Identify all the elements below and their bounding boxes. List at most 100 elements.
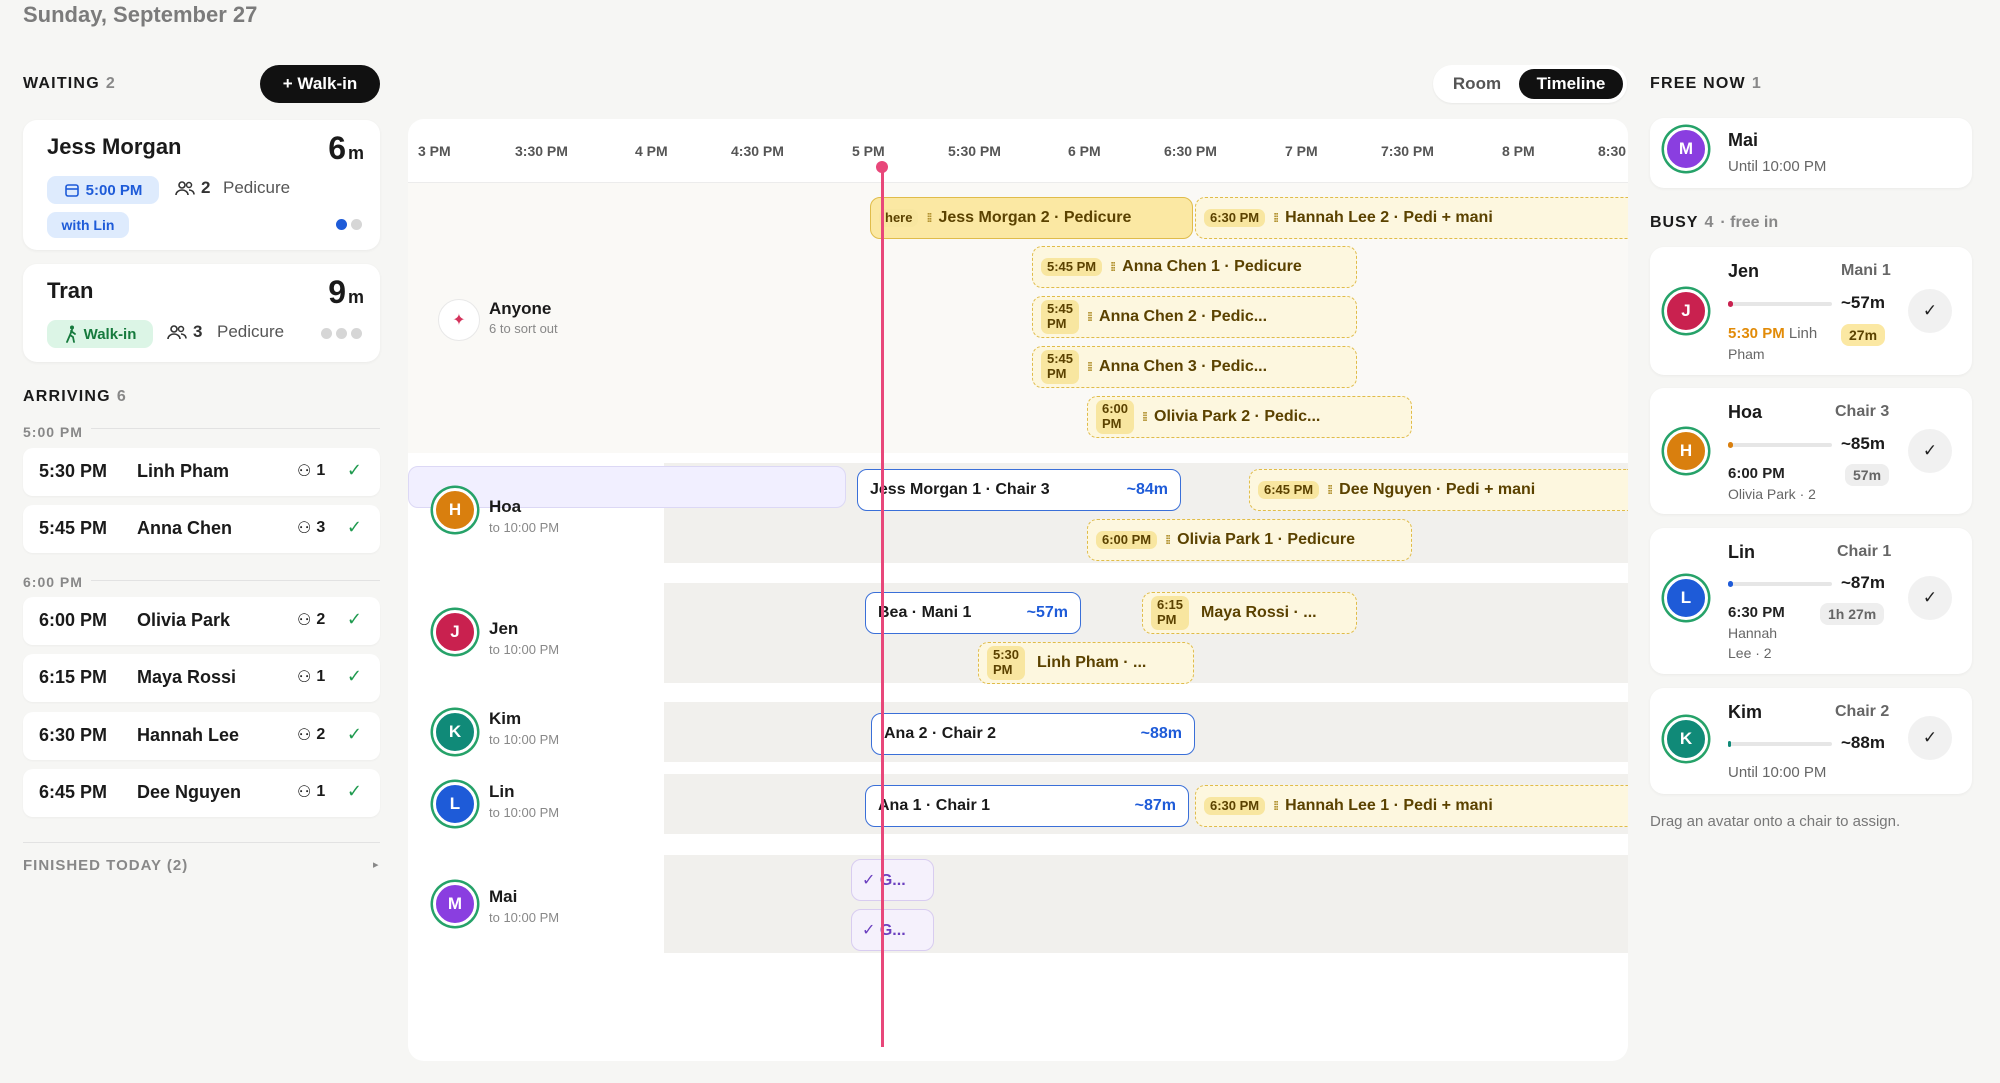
arrival-row[interactable]: 6:30 PM Hannah Lee ⚇ 2 ✓	[23, 712, 380, 760]
avatar-jen[interactable]: J	[1664, 289, 1708, 333]
progress-bar	[1728, 741, 1832, 747]
arrival-row[interactable]: 6:15 PM Maya Rossi ⚇ 1 ✓	[23, 654, 380, 702]
staff-card-kim[interactable]: K Kim Chair 2 ~88m ✓ Until 10:00 PM	[1650, 688, 1972, 794]
booking-block-pending[interactable]: 6:00 PM ⁞⁞ Olivia Park 1 · Pedicure	[1087, 519, 1412, 561]
booking-block-pending[interactable]: 6:30 PM ⁞⁞ Hannah Lee 2 · Pedi + mani	[1195, 197, 1628, 239]
drag-handle-icon[interactable]: ⁞⁞	[1087, 360, 1093, 374]
block-time-period: PM	[1157, 612, 1177, 627]
progress-dots	[336, 219, 362, 230]
progress-fill	[1728, 741, 1731, 747]
drag-handle-icon[interactable]: ⁞⁞	[1273, 799, 1279, 813]
active-service-block[interactable]: Ana 1 · Chair 1 ~87m	[865, 785, 1189, 827]
completed-block[interactable]: ✓ G...	[851, 909, 934, 951]
arrival-party: ⚇ 2	[297, 725, 325, 745]
view-room-button[interactable]: Room	[1437, 69, 1517, 99]
finished-today-toggle[interactable]: FINISHED TODAY (2)	[23, 857, 188, 874]
time-tick: 6:30 PM	[1164, 143, 1217, 159]
block-time: here	[879, 208, 919, 228]
drag-handle-icon[interactable]: ⁞⁞	[926, 211, 932, 225]
block-time-hour: 5:30	[993, 647, 1020, 663]
people-icon: ⚇	[297, 784, 312, 801]
walk-in-button[interactable]: + Walk-in	[260, 65, 380, 103]
active-service-block[interactable]: Bea · Mani 1 ~57m	[865, 592, 1081, 634]
booking-block-pending[interactable]: here ⁞⁞ Jess Morgan 2 · Pedicure	[870, 197, 1193, 239]
lane-sub: to 10:00 PM	[489, 910, 560, 925]
block-duration: ~57m	[1026, 604, 1068, 621]
avatar-hoa[interactable]: H	[433, 488, 477, 532]
block-time: 6:30 PM	[1204, 796, 1266, 816]
complete-check-button[interactable]: ✓	[1908, 429, 1952, 473]
waiting-card-tran[interactable]: Tran 9m Walk-in 3 Pedicure	[23, 264, 380, 362]
drag-handle-icon[interactable]: ⁞⁞	[1110, 260, 1116, 274]
party-count: 2	[316, 726, 326, 743]
staff-card-mai[interactable]: M Mai Until 10:00 PM	[1650, 118, 1972, 188]
staff-card-jen[interactable]: J Jen Mani 1 ~57m ✓ 5:30 PM Linh Pham 27…	[1650, 247, 1972, 375]
avatar-kim[interactable]: K	[433, 710, 477, 754]
avatar-lin[interactable]: L	[433, 782, 477, 826]
block-label: Anna Chen 2 · Pedic...	[1099, 308, 1268, 325]
arrival-party: ⚇ 3	[297, 518, 325, 538]
progress-bar	[1728, 442, 1832, 448]
booking-block-pending[interactable]: 5:45 PM ⁞⁞ Anna Chen 1 · Pedicure	[1032, 246, 1357, 288]
complete-check-button[interactable]: ✓	[1908, 289, 1952, 333]
drag-handle-icon[interactable]: ⁞⁞	[1142, 410, 1148, 424]
chevron-right-icon[interactable]: ▸	[373, 858, 379, 871]
avatar-hoa[interactable]: H	[1664, 429, 1708, 473]
block-label: Maya Rossi · ...	[1201, 604, 1317, 621]
active-service-block[interactable]: Jess Morgan 1 · Chair 3 ~84m	[857, 469, 1181, 511]
progress-fill	[1728, 301, 1733, 307]
dot-empty	[336, 328, 347, 339]
staff-station: Chair 1	[1837, 543, 1892, 560]
drag-handle-icon[interactable]: ⁞⁞	[1165, 533, 1171, 547]
booking-block-pending[interactable]: 5:45 PM ⁞⁞ Anna Chen 3 · Pedic...	[1032, 346, 1357, 388]
appointment-time: 5:00 PM	[85, 181, 143, 199]
staff-availability: Until 10:00 PM	[1728, 764, 1827, 781]
waiting-card-jess[interactable]: Jess Morgan 6m 5:00 PM 2 Pedicure with L…	[23, 120, 380, 250]
gap-pill: 27m	[1841, 324, 1886, 346]
view-timeline-button[interactable]: Timeline	[1519, 69, 1623, 99]
booking-block-pending[interactable]: 5:30 PM Linh Pham · ...	[978, 642, 1194, 684]
complete-check-button[interactable]: ✓	[1908, 576, 1952, 620]
block-label: Ana 1 · Chair 1	[878, 797, 991, 814]
busy-count: 4	[1704, 214, 1715, 231]
staff-name: Hoa	[1728, 402, 1763, 422]
party-count: 1	[316, 668, 326, 685]
avatar-initial: J	[450, 622, 460, 641]
staff-card-lin[interactable]: L Lin Chair 1 ~87m ✓ 6:30 PM Hannah Lee …	[1650, 528, 1972, 674]
booking-block-pending[interactable]: 6:00 PM ⁞⁞ Olivia Park 2 · Pedic...	[1087, 396, 1412, 438]
booking-block-pending[interactable]: 5:45 PM ⁞⁞ Anna Chen 2 · Pedic...	[1032, 296, 1357, 338]
waiting-count: 2	[105, 75, 116, 92]
arrival-row[interactable]: 5:45 PM Anna Chen ⚇ 3 ✓	[23, 505, 380, 553]
avatar-initial: K	[1679, 729, 1693, 748]
completed-block[interactable]: ✓ G...	[851, 859, 934, 901]
arrival-row[interactable]: 5:30 PM Linh Pham ⚇ 1 ✓	[23, 448, 380, 496]
avatar-mai[interactable]: M	[433, 882, 477, 926]
check-icon: ✓	[346, 517, 362, 537]
block-label: Bea · Mani 1	[878, 604, 972, 621]
party-size: 3	[167, 322, 202, 342]
drag-handle-icon[interactable]: ⁞⁞	[1273, 211, 1279, 225]
arrival-party: ⚇ 1	[297, 782, 325, 802]
complete-check-button[interactable]: ✓	[1908, 716, 1952, 760]
block-label: Dee Nguyen · Pedi + mani	[1339, 481, 1536, 498]
block-label: Jess Morgan 2 · Pedicure	[938, 209, 1132, 226]
avatar-lin[interactable]: L	[1664, 576, 1708, 620]
arrival-row[interactable]: 6:45 PM Dee Nguyen ⚇ 1 ✓	[23, 769, 380, 817]
avatar-jen[interactable]: J	[433, 610, 477, 654]
booking-block-pending[interactable]: 6:30 PM ⁞⁞ Hannah Lee 1 · Pedi + mani	[1195, 785, 1628, 827]
group-label-5pm: 5:00 PM	[23, 424, 91, 440]
booking-block-pending[interactable]: 6:15 PM Maya Rossi · ...	[1142, 592, 1357, 634]
lane-sub: to 10:00 PM	[489, 520, 560, 535]
avatar-mai[interactable]: M	[1664, 127, 1708, 171]
staff-card-hoa[interactable]: H Hoa Chair 3 ~85m ✓ 6:00 PM Olivia Park…	[1650, 388, 1972, 514]
block-label: Anna Chen 3 · Pedic...	[1099, 358, 1268, 375]
active-service-block[interactable]: Ana 2 · Chair 2 ~88m	[871, 713, 1195, 755]
drag-handle-icon[interactable]: ⁞⁞	[1087, 310, 1093, 324]
arrival-time: 6:00 PM	[39, 610, 108, 630]
block-time: 5:30 PM	[987, 646, 1026, 680]
drag-handle-icon[interactable]: ⁞⁞	[1327, 483, 1333, 497]
arrival-row[interactable]: 6:00 PM Olivia Park ⚇ 2 ✓	[23, 597, 380, 645]
booking-block-pending[interactable]: 6:45 PM ⁞⁞ Dee Nguyen · Pedi + mani	[1249, 469, 1628, 511]
lane-sub: to 10:00 PM	[489, 805, 560, 820]
avatar-kim[interactable]: K	[1664, 717, 1708, 761]
